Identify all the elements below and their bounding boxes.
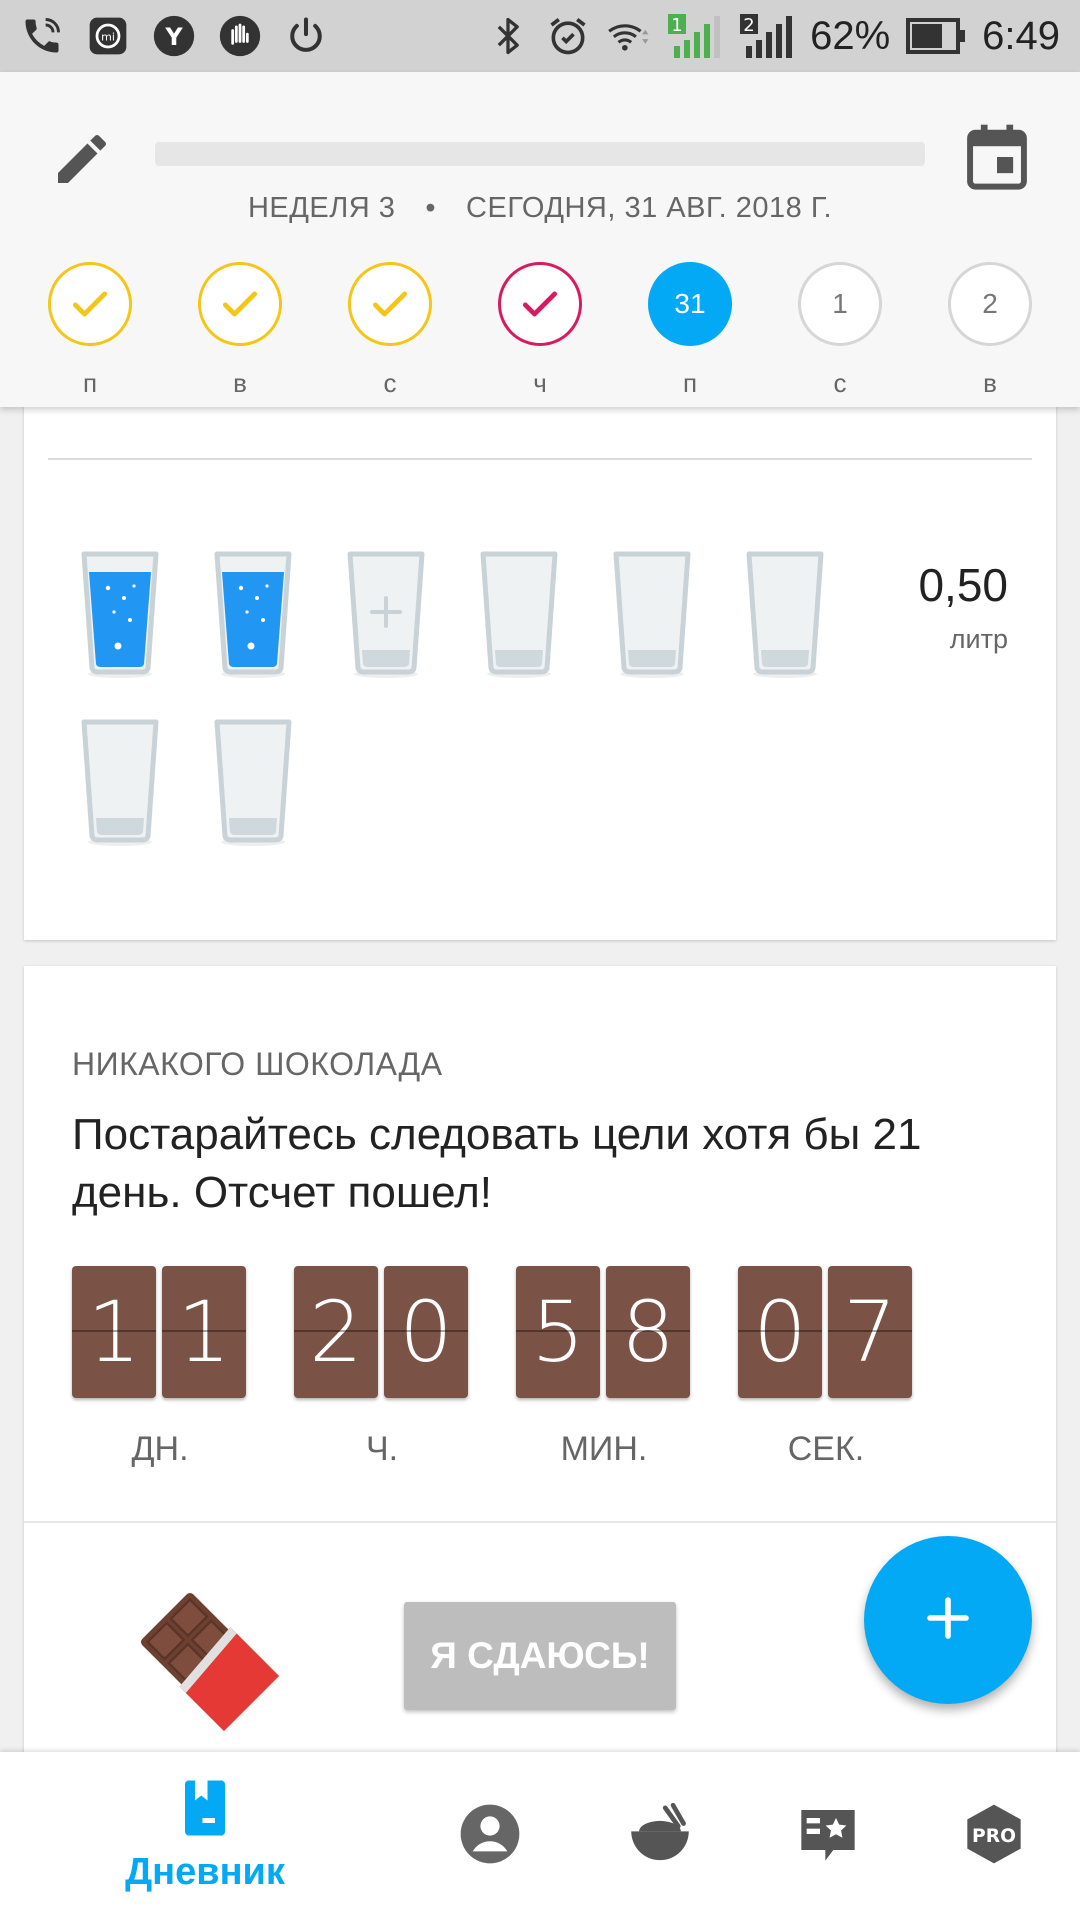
goal-text: Постарайтесь следовать цели хотя бы 21 д… (72, 1110, 922, 1217)
day-item[interactable]: 1 с (785, 262, 895, 399)
day-item[interactable]: ч (485, 262, 595, 399)
day-label: с (833, 368, 847, 398)
today-date: СЕГОДНЯ, 31 АВГ. 2018 Г. (466, 192, 833, 224)
plus-icon (924, 1594, 972, 1647)
bottom-navigation: Дневник PRO (0, 1752, 1080, 1920)
day-item[interactable]: п (35, 262, 145, 399)
check-icon (72, 291, 108, 317)
goals-badge-icon (796, 1802, 860, 1871)
timer-digit: 0 (738, 1266, 822, 1398)
nav-food[interactable] (610, 1752, 710, 1920)
day-label: п (82, 368, 98, 398)
day-circle (198, 262, 282, 346)
countdown-timer: 1 1 ДН. 2 0 Ч. 5 8 МИН. 0 7 СЕК. (72, 1266, 1032, 1468)
day-label: с (383, 368, 397, 398)
day-circle (498, 262, 582, 346)
svg-text:1: 1 (671, 15, 682, 36)
day-item[interactable]: с (335, 262, 445, 399)
day-circle: 2 (948, 262, 1032, 346)
glass-empty-icon[interactable] (743, 550, 827, 680)
title-placeholder (155, 142, 925, 166)
timer-digit: 0 (384, 1266, 468, 1398)
battery-percent: 62% (810, 13, 891, 58)
water-value: 0,50 (918, 559, 1008, 611)
power-icon (284, 14, 328, 58)
water-unit: литр (949, 624, 1008, 654)
svg-text:PRO: PRO (972, 1826, 1016, 1847)
check-icon (372, 291, 408, 317)
calendar-button[interactable] (964, 122, 1030, 192)
svg-text:Y: Y (164, 23, 183, 51)
check-icon (522, 291, 558, 317)
day-label: п (682, 368, 698, 398)
separator-dot: • (425, 192, 437, 224)
mi-icon: mi (86, 14, 130, 58)
week-number: НЕДЕЛЯ 3 (247, 192, 396, 224)
nav-goals[interactable] (778, 1752, 878, 1920)
bluetooth-icon (486, 14, 530, 58)
day-item-today[interactable]: 31 п (635, 262, 745, 399)
day-item[interactable]: в (185, 262, 295, 399)
day-label: в (983, 368, 997, 398)
give-up-button[interactable]: Я СДАЮСЬ! (404, 1602, 676, 1710)
yandex-icon: Y (152, 14, 196, 58)
battery-icon (906, 14, 966, 58)
check-icon (222, 291, 258, 317)
signal-icon-2: 2 (738, 14, 794, 58)
glass-empty-icon[interactable] (211, 718, 295, 848)
divider (24, 1521, 1056, 1523)
food-bowl-icon (626, 1802, 694, 1871)
profile-icon (458, 1802, 522, 1871)
diary-icon (179, 1778, 231, 1843)
edit-button[interactable] (50, 127, 114, 191)
add-fab-button[interactable] (864, 1536, 1032, 1704)
timer-unit-label: СЕК. (787, 1430, 865, 1468)
week-date-line: НЕДЕЛЯ 3 • СЕГОДНЯ, 31 АВГ. 2018 Г. (0, 192, 1080, 225)
pro-badge-icon: PRO (962, 1802, 1026, 1871)
glass-empty-icon[interactable] (78, 718, 162, 848)
timer-digit: 7 (828, 1266, 912, 1398)
timer-digit: 8 (606, 1266, 690, 1398)
glass-full-icon[interactable] (211, 550, 295, 680)
timer-digit: 5 (516, 1266, 600, 1398)
clock: 6:49 (982, 13, 1060, 58)
day-circle (348, 262, 432, 346)
day-item[interactable]: 2 в (935, 262, 1045, 399)
status-bar: mi Y 1 2 62% 6:49 (0, 0, 1080, 72)
glass-empty-icon[interactable] (610, 550, 694, 680)
glass-empty-icon[interactable] (477, 550, 561, 680)
week-days: п в с ч 31 п 1 с 2 в (0, 262, 1080, 402)
day-label: ч (533, 368, 547, 398)
timer-digit: 1 (72, 1266, 156, 1398)
glass-full-icon[interactable] (78, 550, 162, 680)
phone-wifi-icon (20, 14, 64, 58)
timer-digit: 1 (162, 1266, 246, 1398)
timer-unit-label: МИН. (560, 1430, 648, 1468)
water-card: 0,50 литр (24, 400, 1056, 940)
glass-add-button[interactable] (344, 550, 428, 680)
chocolate-icon (132, 1584, 282, 1734)
day-circle: 31 (648, 262, 732, 346)
signal-icon: 1 (666, 14, 722, 58)
timer-digit: 2 (294, 1266, 378, 1398)
nav-profile[interactable] (440, 1752, 540, 1920)
nav-diary-label: Дневник (125, 1851, 285, 1893)
svg-text:mi: mi (101, 31, 115, 44)
nav-diary[interactable]: Дневник (110, 1752, 300, 1920)
svg-text:2: 2 (743, 15, 754, 36)
timer-unit-label: Ч. (365, 1430, 399, 1468)
water-amount: 0,50 литр (918, 558, 1008, 655)
wifi-icon (606, 14, 650, 58)
day-circle (48, 262, 132, 346)
hand-icon (218, 14, 262, 58)
diary-header: НЕДЕЛЯ 3 • СЕГОДНЯ, 31 АВГ. 2018 Г. п в с … (0, 72, 1080, 407)
alarm-icon (546, 14, 590, 58)
divider (48, 458, 1032, 460)
nav-pro[interactable]: PRO (944, 1752, 1044, 1920)
timer-unit-label: ДН. (131, 1430, 189, 1468)
day-circle: 1 (798, 262, 882, 346)
day-label: в (233, 368, 247, 398)
goal-title: НИКАКОГО ШОКОЛАДА (72, 1046, 443, 1082)
